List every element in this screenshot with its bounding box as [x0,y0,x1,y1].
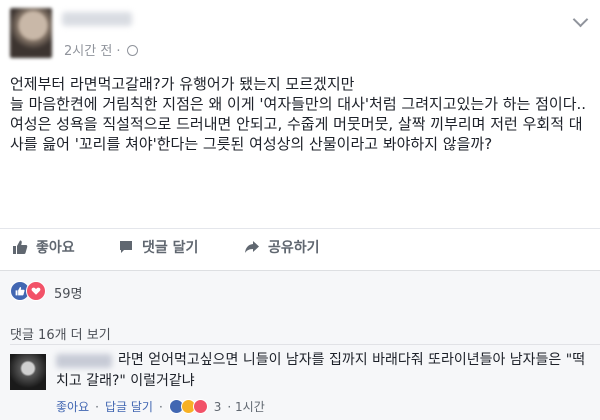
post-meta: 2시간 전 · [64,40,138,59]
comment-reaction-count[interactable]: 3 [214,400,222,414]
post-paragraph: 언제부터 라면먹고갈래?가 유행어가 됐는지 모르겠지만 늘 마음한켠에 거림칙… [10,75,587,113]
thumbs-up-icon [13,240,28,254]
reaction-count[interactable]: 59명 [54,283,83,302]
post-header: 2시간 전 · [0,0,600,62]
chevron-down-icon[interactable] [572,11,589,28]
globe-icon [126,45,138,56]
post-time[interactable]: 2시간 전 · [64,44,121,59]
comment-reply-link[interactable]: 답글 달기 [105,398,153,415]
post-body: 언제부터 라면먹고갈래?가 유행어가 됐는지 모르겠지만 늘 마음한켠에 거림칙… [10,74,594,154]
comment-label: 댓글 달기 [142,240,199,256]
comment-button[interactable]: 댓글 달기 [118,237,198,257]
like-button[interactable]: 좋아요 [12,237,75,257]
commenter-avatar[interactable] [10,354,46,390]
love-reaction-icon [192,399,208,414]
post-action-bar: 좋아요 댓글 달기 공유하기 [0,228,600,265]
share-icon [245,241,259,253]
author-name-blurred[interactable] [62,12,132,26]
comment-reaction-icons[interactable] [168,399,208,414]
comment-time: · 1시간 [227,400,265,414]
comment-actions: 좋아요 · 답글 달기 · 3 · 1시간 [56,398,265,415]
share-button[interactable]: 공유하기 [244,237,320,257]
comment-text: 라면 얻어먹고싶으면 니들이 남자를 집까지 바래다줘 또라이년들아 남자들은 … [56,352,586,389]
divider [10,344,600,345]
post-paragraph: 여성은 성욕을 직설적으로 드러내면 안되고, 수줍게 머뭇머뭇, 살짝 끼부리… [10,115,583,153]
author-avatar[interactable] [10,8,52,58]
comments-section: 댓글 16개 더 보기 라면 얻어먹고싶으면 니들이 남자를 집까지 바래다줘 … [0,310,600,420]
comment-text-wrap: 라면 얻어먹고싶으면 니들이 남자를 집까지 바래다줘 또라이년들아 남자들은 … [56,350,586,392]
comment-like-link[interactable]: 좋아요 [56,398,89,415]
reactions-summary[interactable]: 59명 [0,270,600,311]
love-reaction-icon [26,281,46,301]
share-label: 공유하기 [268,240,320,256]
reaction-icons [10,281,46,301]
comment-icon [120,241,132,253]
view-more-comments-link[interactable]: 댓글 16개 더 보기 [10,324,111,343]
like-label: 좋아요 [36,240,75,256]
